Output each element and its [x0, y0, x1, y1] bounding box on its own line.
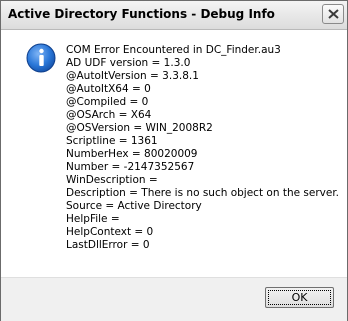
window-title: Active Directory Functions - Debug Info [8, 7, 275, 21]
message-line: @OSArch = X64 [66, 109, 152, 121]
message-line: LastDllError = 0 [66, 239, 150, 251]
button-bar: OK [1, 277, 347, 321]
message-line: Number = -2147352567 [66, 161, 195, 173]
message-line: Scriptline = 1361 [66, 135, 158, 147]
ok-button[interactable]: OK [265, 287, 334, 308]
message-line: AD UDF version = 1.3.0 [66, 57, 191, 69]
message-line: COM Error Encountered in DC_Finder.au3 [66, 44, 281, 56]
message-line: @AutoItVersion = 3.3.8.1 [66, 70, 199, 82]
close-button[interactable] [322, 4, 344, 24]
message-line: NumberHex = 80020009 [66, 148, 198, 160]
message-line: Source = Active Directory [66, 200, 202, 212]
information-icon [26, 43, 56, 73]
message-line: @Compiled = 0 [66, 96, 149, 108]
message-text: COM Error Encountered in DC_Finder.au3 A… [66, 44, 344, 252]
debug-info-dialog: Active Directory Functions - Debug Info … [0, 0, 348, 321]
dialog-content: COM Error Encountered in DC_Finder.au3 A… [1, 30, 347, 277]
message-line: HelpFile = [66, 213, 120, 225]
message-line: @AutoItX64 = 0 [66, 83, 151, 95]
message-line: Description = There is no such object on… [66, 187, 340, 199]
message-line: WinDescription = [66, 174, 158, 186]
message-line: HelpContext = 0 [66, 226, 154, 238]
title-bar[interactable]: Active Directory Functions - Debug Info [1, 1, 347, 30]
close-icon [328, 9, 339, 19]
message-line: @OSVersion = WIN_2008R2 [66, 122, 213, 134]
